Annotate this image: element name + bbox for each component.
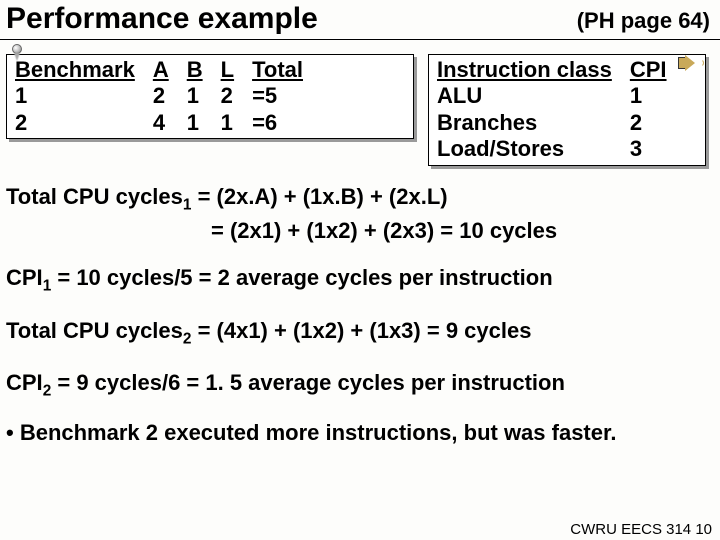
slide-title: Performance example (6, 2, 318, 36)
col-header: B (187, 57, 221, 83)
cell: 1 (630, 83, 685, 109)
pushpin-icon (10, 44, 24, 64)
cell: 2 (630, 110, 685, 136)
table-row: Branches 2 (437, 110, 685, 136)
cell: 1 (15, 83, 153, 109)
col-header: CPI (630, 57, 685, 83)
page-ref: (PH page 64) (577, 8, 710, 34)
table-row: ALU 1 (437, 83, 685, 109)
calc-line-4: CPI2 = 9 cycles/6 = 1. 5 average cycles … (6, 368, 710, 402)
calc-line-1: Total CPU cycles1 = (2x.A) + (1x.B) + (2… (6, 182, 710, 246)
cell: 2 (221, 83, 252, 109)
calc-line-3: Total CPU cycles2 = (4x1) + (1x2) + (1x3… (6, 316, 710, 350)
cell: Branches (437, 110, 630, 136)
col-header: Instruction class (437, 57, 630, 83)
table-row: Benchmark A B L Total (15, 57, 321, 83)
speaker-icon[interactable] (678, 55, 704, 71)
cell: =5 (252, 83, 321, 109)
cell: 1 (187, 83, 221, 109)
col-header: Benchmark (15, 57, 153, 83)
cell: ALU (437, 83, 630, 109)
cell: 4 (153, 110, 187, 136)
benchmark-table: Benchmark A B L Total 1 2 1 2 =5 2 4 1 1… (6, 54, 414, 139)
cell: =6 (252, 110, 321, 136)
bullet-conclusion: • Benchmark 2 executed more instructions… (0, 420, 720, 446)
cell: 1 (221, 110, 252, 136)
cell: 2 (153, 83, 187, 109)
cell: 1 (187, 110, 221, 136)
table-row: 2 4 1 1 =6 (15, 110, 321, 136)
cell: 3 (630, 136, 685, 162)
table-row: Instruction class CPI (437, 57, 685, 83)
col-header: A (153, 57, 187, 83)
instruction-table: Instruction class CPI ALU 1 Branches 2 L… (428, 54, 706, 166)
calc-line-2: CPI1 = 10 cycles/5 = 2 average cycles pe… (6, 263, 710, 297)
table-row: Load/Stores 3 (437, 136, 685, 162)
col-header: L (221, 57, 252, 83)
cell: Load/Stores (437, 136, 630, 162)
footer: CWRU EECS 314 10 (570, 521, 712, 538)
cell: 2 (15, 110, 153, 136)
table-row: 1 2 1 2 =5 (15, 83, 321, 109)
col-header: Total (252, 57, 321, 83)
